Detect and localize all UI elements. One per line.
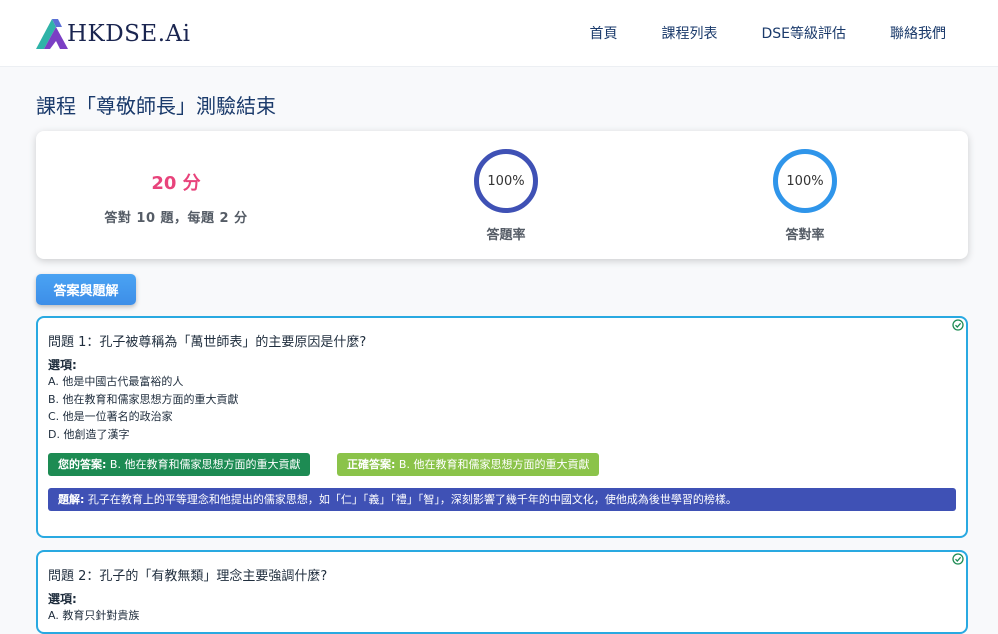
options-list: A. 教育只針對貴族 (48, 607, 139, 625)
nav-course-list[interactable]: 課程列表 (661, 23, 717, 43)
answered-rate-value: 100% (487, 173, 525, 189)
option-a: A. 他是中國古代最富裕的人 (48, 375, 184, 388)
options-heading: 選項: (48, 358, 77, 372)
your-answer-badge: 您的答案: B. 他在教育和儒家思想方面的重大貢獻 (48, 453, 311, 476)
nav-links: 首頁 課程列表 DSE等級評估 聯絡我們 (545, 0, 946, 66)
brand-logo[interactable]: HKDSE.Ai (36, 18, 191, 50)
page-title: 課程「尊敬師長」測驗結束 (36, 94, 276, 118)
explanation-text: 孔子在教育上的平等理念和他提出的儒家思想，如「仁」「義」「禮」「智」，深刻影響了… (87, 493, 737, 506)
logo-mark-icon (36, 19, 68, 49)
nav-home[interactable]: 首頁 (589, 23, 617, 43)
correct-answer-badge: 正確答案: B. 他在教育和儒家思想方面的重大貢獻 (337, 453, 600, 476)
options-list: A. 他是中國古代最富裕的人 B. 他在教育和儒家思想方面的重大貢獻 C. 他是… (48, 373, 239, 443)
answered-rate-block: 100% 答題率 (451, 149, 561, 243)
brand-name: HKDSE.Ai (67, 21, 191, 47)
correct-rate-value: 100% (786, 173, 824, 189)
correct-answer-label: 正確答案: (347, 458, 396, 471)
option-d: D. 他創造了漢字 (48, 427, 130, 441)
option-b: B. 他在教育和儒家思想方面的重大貢獻 (48, 392, 239, 406)
correct-answer-value: B. 他在教育和儒家思想方面的重大貢獻 (398, 458, 590, 471)
score-detail: 答對 10 題，每題 2 分 (104, 211, 248, 226)
correct-rate-ring: 100% (773, 149, 837, 213)
correct-rate-block: 100% 答對率 (750, 149, 860, 243)
result-summary-card: 20 分 答對 10 題，每題 2 分 100% 答題率 100% 答對率 (36, 131, 968, 259)
check-circle-icon (952, 553, 964, 565)
your-answer-label: 您的答案: (58, 458, 107, 471)
explanation-label: 題解: (58, 493, 85, 506)
nav-dse-assessment[interactable]: DSE等級評估 (761, 23, 846, 43)
answered-rate-ring: 100% (474, 149, 538, 213)
options-heading: 選項: (48, 592, 77, 606)
check-circle-icon (952, 319, 964, 331)
score-block: 20 分 答對 10 題，每題 2 分 (36, 169, 316, 226)
score-value: 20 分 (151, 173, 201, 194)
your-answer-value: B. 他在教育和儒家思想方面的重大貢獻 (109, 458, 301, 471)
question-card: 問題 1：孔子被尊稱為「萬世師表」的主要原因是什麼? 選項: A. 他是中國古代… (36, 316, 968, 538)
answered-rate-label: 答題率 (486, 228, 526, 243)
option-a: A. 教育只針對貴族 (48, 609, 140, 622)
question-title: 問題 1：孔子被尊稱為「萬世師表」的主要原因是什麼? (48, 335, 367, 350)
explanation-bar: 題解: 孔子在教育上的平等理念和他提出的儒家思想，如「仁」「義」「禮」「智」，深… (48, 488, 956, 511)
top-navbar: HKDSE.Ai 首頁 課程列表 DSE等級評估 聯絡我們 (0, 0, 998, 67)
question-title: 問題 2：孔子的「有教無類」理念主要強調什麼? (48, 569, 328, 584)
correct-rate-label: 答對率 (785, 228, 825, 243)
nav-contact[interactable]: 聯絡我們 (890, 23, 946, 43)
answers-explanations-button[interactable]: 答案與題解 (36, 274, 136, 305)
option-c: C. 他是一位著名的政治家 (48, 410, 173, 423)
question-card: 問題 2：孔子的「有教無類」理念主要強調什麼? 選項: A. 教育只針對貴族 (36, 550, 968, 634)
